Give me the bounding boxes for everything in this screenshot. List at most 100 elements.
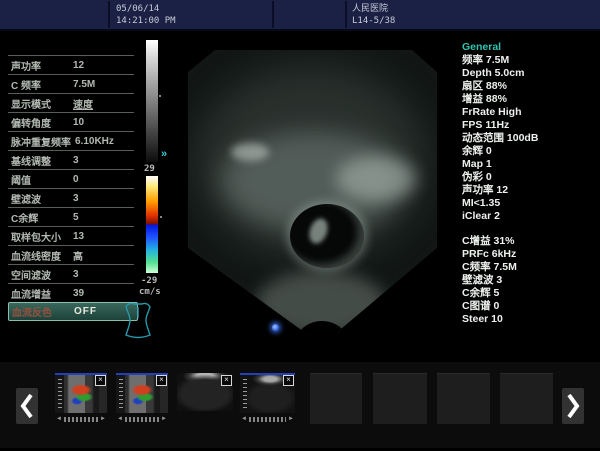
divider <box>345 1 347 28</box>
thumbnail-slot-empty <box>500 373 553 424</box>
param-value: 39 <box>73 288 84 299</box>
readout-line: PRFc 6kHz <box>462 248 597 261</box>
left-param-panel: 声功率12C 频率7.5M显示模式速度偏转角度10脉冲重复频率6.10KHz基线… <box>8 55 134 321</box>
param-label: C 频率 <box>8 77 69 92</box>
caption-left-arrow: ◄ <box>241 417 247 422</box>
cursor-dot <box>272 324 279 331</box>
group-gap <box>462 223 597 235</box>
readout-line: Map 1 <box>462 158 597 171</box>
param-row[interactable]: 阈值 0 <box>8 169 134 188</box>
param-row[interactable]: 壁滤波 3 <box>8 188 134 207</box>
param-label: 血流线密度 <box>8 248 69 263</box>
param-value: 13 <box>73 231 84 242</box>
velocity-unit-label: cm/s <box>139 287 161 297</box>
readout-line: C频率 7.5M <box>462 261 597 274</box>
bright-echo <box>336 156 416 201</box>
param-label: 声功率 <box>8 58 69 73</box>
param-row[interactable]: 脉冲重复频率 6.10KHz <box>8 131 134 150</box>
readout-line: 增益 88% <box>462 93 597 106</box>
close-icon[interactable]: × <box>156 375 167 386</box>
readout-line: C图谱 0 <box>462 300 597 313</box>
param-row[interactable]: 血流线密度高 <box>8 245 134 264</box>
datetime-display: 05/06/1414:21:00 PM <box>116 3 176 27</box>
readout-line: FrRate High <box>462 106 597 119</box>
ultrasound-image[interactable] <box>186 46 439 348</box>
velocity-min-label: -29 <box>141 276 157 286</box>
readout-line: 频率 7.5M <box>462 54 597 67</box>
param-label: 血流增益 <box>8 286 69 301</box>
param-label: 基线调整 <box>8 153 69 168</box>
param-row[interactable]: 显示模式速度 <box>8 93 134 112</box>
caption-right-arrow: ► <box>161 417 167 422</box>
thumbnail[interactable]: × ◄ ► <box>240 373 295 423</box>
param-row[interactable]: 声功率 12 <box>8 55 134 74</box>
thumbnail-caption: ◄► <box>55 417 107 422</box>
close-icon[interactable]: × <box>283 375 294 386</box>
readout-line: 余辉 0 <box>462 145 597 158</box>
param-row[interactable]: 偏转角度10 <box>8 112 134 131</box>
readout-line: MI<1.35 <box>462 197 597 210</box>
thumbnail-annotation-column <box>119 379 123 411</box>
param-label: 显示模式 <box>8 96 69 111</box>
readout-line: C余辉 5 <box>462 287 597 300</box>
caption-text-strip <box>249 417 286 422</box>
param-label: 取样包大小 <box>8 229 69 244</box>
param-label: 脉冲重复频率 <box>8 134 71 149</box>
readout-line: 扇区 88% <box>462 80 597 93</box>
caption-right-arrow: ► <box>288 417 294 422</box>
param-row[interactable]: 基线调整3 <box>8 150 134 169</box>
readout-line: Depth 5.0cm <box>462 67 597 80</box>
hospital-name: 人民医院 <box>352 4 388 14</box>
param-label: 壁滤波 <box>8 191 69 206</box>
right-group-general: 频率 7.5MDepth 5.0cm扇区 88%增益 88%FrRate Hig… <box>462 54 597 223</box>
readout-line: 壁滤波 3 <box>462 274 597 287</box>
readout-line: C增益 31% <box>462 235 597 248</box>
param-row[interactable]: C余辉 5 <box>8 207 134 226</box>
caption-text-strip <box>125 417 159 422</box>
grayscale-bar <box>146 40 158 162</box>
prev-thumbnails-button[interactable] <box>16 388 38 424</box>
param-value: 速度 <box>73 96 93 111</box>
param-value: 5 <box>73 212 79 223</box>
readout-line: Steer 10 <box>462 313 597 326</box>
right-readout-panel: General 频率 7.5MDepth 5.0cm扇区 88%增益 88%Fr… <box>462 41 597 326</box>
tgc-dot <box>159 95 161 97</box>
readout-line: FPS 11Hz <box>462 119 597 132</box>
chevron-left-icon <box>20 393 34 419</box>
thumbnail-caption: ◄► <box>116 417 168 422</box>
param-value: 12 <box>73 60 84 71</box>
param-value: 高 <box>73 248 83 263</box>
param-value: 3 <box>73 193 79 204</box>
param-row[interactable]: 空间滤波3 <box>8 264 134 283</box>
thumbnail[interactable]: × ◄► <box>55 373 107 423</box>
chevron-right-icon <box>566 393 580 419</box>
thumbnail-slot-empty <box>373 373 427 424</box>
divider <box>108 1 110 28</box>
thumbnail[interactable]: × <box>177 373 233 423</box>
readout-line: 声功率 12 <box>462 184 597 197</box>
close-icon[interactable]: × <box>95 375 106 386</box>
param-value: OFF <box>74 306 97 317</box>
param-value: 10 <box>73 117 84 128</box>
velocity-max-label: 29 <box>144 164 155 174</box>
right-group-color: C增益 31%PRFc 6kHzC频率 7.5M壁滤波 3C余辉 5C图谱 0S… <box>462 235 597 326</box>
param-label: 血流反色 <box>9 304 70 319</box>
param-row[interactable]: 取样包大小 13 <box>8 226 134 245</box>
readout-line: 动态范围 100dB <box>462 132 597 145</box>
caption-right-arrow: ► <box>100 417 106 422</box>
thumbnail[interactable]: × ◄► <box>116 373 168 423</box>
param-value: 0 <box>73 174 79 185</box>
caption-text-strip <box>64 417 98 422</box>
next-thumbnails-button[interactable] <box>562 388 584 424</box>
body-mark-icon[interactable] <box>116 299 160 341</box>
param-label: C余辉 <box>8 210 69 225</box>
param-value: 6.10KHz <box>75 136 114 147</box>
param-label: 阈值 <box>8 172 69 187</box>
param-row[interactable]: C 频率7.5M <box>8 74 134 93</box>
readout-line: iClear 2 <box>462 210 597 223</box>
close-icon[interactable]: × <box>221 375 232 386</box>
date-text: 05/06/14 <box>116 4 159 14</box>
color-doppler-bar <box>146 176 158 273</box>
probe-model: L14-5/38 <box>352 16 395 26</box>
focus-marker-icon: » <box>161 148 167 160</box>
